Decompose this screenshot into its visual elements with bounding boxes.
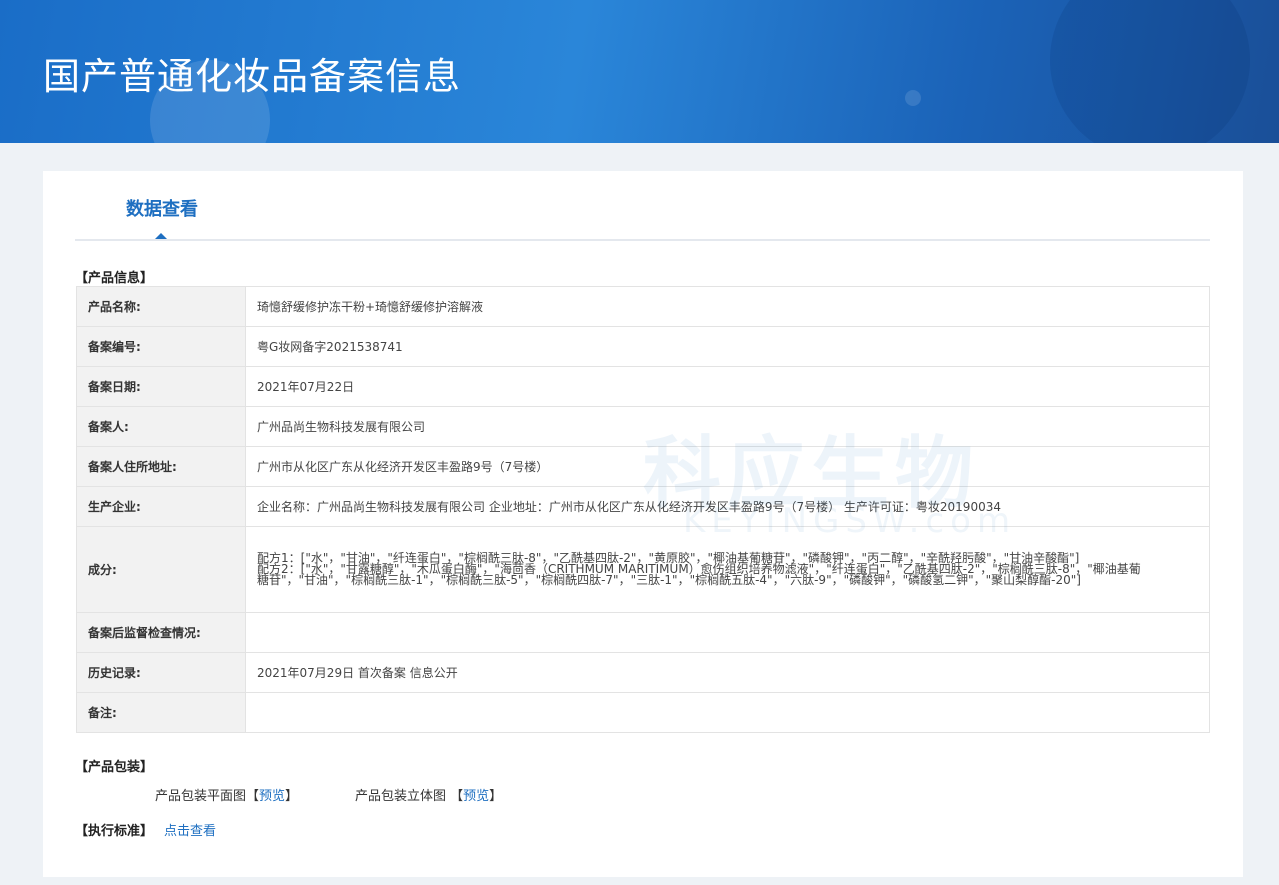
header-banner: 国产普通化妆品备案信息 (0, 0, 1279, 143)
row-value: 琦憶舒缓修护冻干粉+琦憶舒缓修护溶解液 (245, 286, 1210, 327)
content-card: 数据查看 【产品信息】 产品名称: 琦憶舒缓修护冻干粉+琦憶舒缓修护溶解液 备案编… (43, 171, 1243, 877)
product-info-heading: 【产品信息】 (75, 271, 154, 286)
preview-flat-link[interactable]: 预览 (259, 789, 285, 804)
table-row: 备案编号: 粤G妆网备字2021538741 (76, 326, 1210, 367)
table-row: 备注: (76, 692, 1210, 733)
row-label: 产品名称: (76, 286, 246, 327)
table-row: 历史记录: 2021年07月29日 首次备案 信息公开 (76, 652, 1210, 693)
row-value: 2021年07月29日 首次备案 信息公开 (245, 652, 1210, 693)
row-label: 备案人: (76, 406, 246, 447)
packaging-3d-label: 产品包装立体图 【 (355, 789, 464, 804)
row-value: 粤G妆网备字2021538741 (245, 326, 1210, 367)
row-value: 2021年07月22日 (245, 366, 1210, 407)
packaging-flat-label: 产品包装平面图【 (155, 789, 260, 804)
tab-data-view[interactable]: 数据查看 (75, 199, 249, 241)
formula-2: 配方2：["水"，"甘露糖醇"，"木瓜蛋白酶"，"海茴香（CRITHMUM MA… (257, 562, 1141, 587)
row-label: 备注: (76, 692, 246, 733)
packaging-heading: 【产品包装】 (75, 760, 154, 775)
table-row: 备案日期: 2021年07月22日 (76, 366, 1210, 407)
bracket: 】 (489, 789, 503, 804)
table-row: 备案后监督检查情况: (76, 612, 1210, 653)
packaging-3d: 产品包装立体图 【预览】 (355, 785, 502, 804)
row-label: 备案日期: (76, 366, 246, 407)
tab-label: 数据查看 (126, 199, 198, 220)
row-label: 备案后监督检查情况: (76, 612, 246, 653)
table-row: 成分: 配方1：["水"，"甘油"，"纤连蛋白"，"棕榈酰三肽-8"，"乙酰基四肽… (76, 526, 1210, 613)
bracket: 】 (285, 789, 299, 804)
row-label: 历史记录: (76, 652, 246, 693)
watermark-en: KEYINGSW.com (683, 501, 1017, 541)
row-label: 生产企业: (76, 486, 246, 527)
standard-heading: 【执行标准】 (75, 824, 154, 839)
row-label: 备案人住所地址: (76, 446, 246, 487)
packaging-flat: 产品包装平面图【预览】 (155, 785, 298, 804)
row-label: 备案编号: (76, 326, 246, 367)
page-title: 国产普通化妆品备案信息 (43, 55, 461, 98)
preview-3d-link[interactable]: 预览 (463, 789, 489, 804)
table-row: 产品名称: 琦憶舒缓修护冻干粉+琦憶舒缓修护溶解液 (76, 286, 1210, 327)
row-value (245, 612, 1210, 653)
view-standard-link[interactable]: 点击查看 (164, 820, 216, 839)
tab-divider (75, 239, 1210, 241)
row-label: 成分: (76, 526, 246, 613)
row-value (245, 692, 1210, 733)
